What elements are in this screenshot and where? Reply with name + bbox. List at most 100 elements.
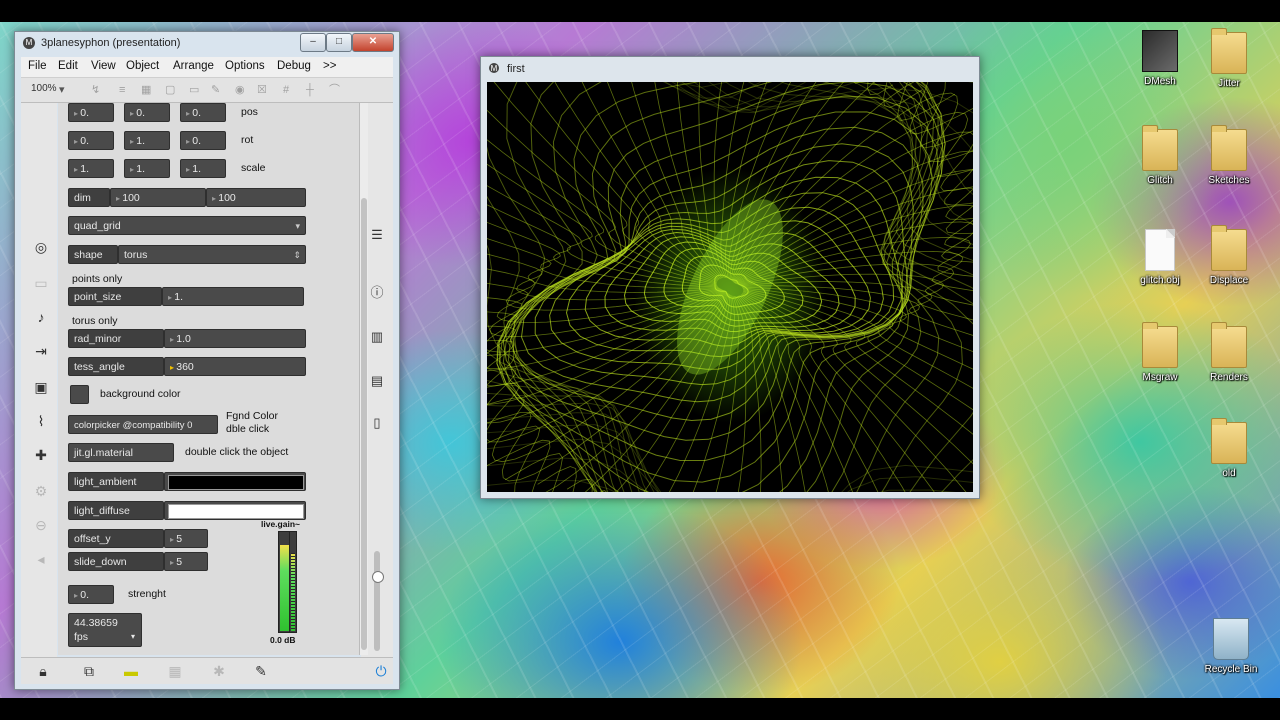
new-dial-icon[interactable]: ⌒ <box>329 84 341 96</box>
rad-minor-message[interactable]: rad_minor <box>68 329 164 348</box>
light-diffuse-swatch-box[interactable] <box>164 501 306 520</box>
tess-angle-number[interactable]: 360 <box>164 357 306 376</box>
desktop-icon-glitch[interactable]: Glitch <box>1125 125 1195 186</box>
fps-unit[interactable]: fps ▾ <box>74 630 141 644</box>
table-icon[interactable]: ▤ <box>369 373 385 389</box>
menu-file[interactable]: File <box>28 60 47 72</box>
colorpicker-object[interactable]: colorpicker @compatibility 0 <box>68 415 218 434</box>
paperclip-icon[interactable]: ⌇ <box>33 413 49 429</box>
presentation-icon[interactable]: ⧉ <box>81 663 97 679</box>
opengl-render-view[interactable] <box>487 82 973 492</box>
rot-x-number[interactable]: 0. <box>68 131 114 150</box>
comment-bubble-icon[interactable]: ▬ <box>123 663 139 679</box>
live-gain-meter-right[interactable] <box>289 531 297 633</box>
new-message-icon[interactable]: ▭ <box>189 84 201 96</box>
dim-x-number[interactable]: 100 <box>110 188 206 207</box>
wrench-icon[interactable]: ✎ <box>253 663 269 679</box>
new-slider-icon[interactable]: ┼ <box>306 84 318 96</box>
menu-arrange[interactable]: Arrange <box>173 60 214 72</box>
scale-y-number[interactable]: 1. <box>124 159 170 178</box>
slide-down-message[interactable]: slide_down <box>68 552 164 571</box>
puzzle-icon[interactable]: ✚ <box>33 447 49 463</box>
desktop-icon-jitter[interactable]: Jitter <box>1194 28 1264 89</box>
point-size-number[interactable]: 1. <box>162 287 304 306</box>
dim-message[interactable]: dim <box>68 188 110 207</box>
target-icon[interactable]: ◎ <box>33 239 49 255</box>
menu-debug[interactable]: Debug <box>277 60 311 72</box>
info-icon[interactable]: ⓘ <box>369 285 385 301</box>
power-icon[interactable]: ⏻ <box>373 663 389 679</box>
desktop-icon-glitch-obj[interactable]: glitch.obj <box>1125 229 1195 286</box>
zoom-level[interactable]: 100% <box>31 83 57 94</box>
render-window[interactable]: M first <box>480 56 980 499</box>
new-object-icon[interactable]: ▢ <box>165 84 177 96</box>
columns-icon[interactable]: ▥ <box>369 329 385 345</box>
menu-object[interactable]: Object <box>126 60 159 72</box>
menu-view[interactable]: View <box>91 60 116 72</box>
arrow-dim-icon[interactable]: ◂ <box>33 551 49 567</box>
rot-y-number[interactable]: 1. <box>124 131 170 150</box>
book-icon[interactable]: ▯ <box>369 415 385 431</box>
desktop-icon-displace[interactable]: Displace <box>1194 225 1264 286</box>
pos-x-number[interactable]: 0. <box>68 103 114 122</box>
new-button-icon[interactable]: ◉ <box>235 84 247 96</box>
menu-options[interactable]: Options <box>225 60 265 72</box>
pos-z-number[interactable]: 0. <box>180 103 226 122</box>
slide-down-number[interactable]: 5 <box>164 552 208 571</box>
dim-y-number[interactable]: 100 <box>206 188 306 207</box>
image-icon[interactable]: ▣ <box>33 379 49 395</box>
close-button[interactable]: ✕ <box>352 33 394 52</box>
maximize-button[interactable]: □ <box>326 33 352 52</box>
render-titlebar[interactable]: M first <box>481 57 979 79</box>
audio-note-icon[interactable]: ♪ <box>33 309 49 325</box>
light-ambient-swatch-box[interactable] <box>164 472 306 491</box>
offset-y-number[interactable]: 5 <box>164 529 208 548</box>
light-ambient-message[interactable]: light_ambient <box>68 472 164 491</box>
side-slider-knob[interactable] <box>372 571 384 583</box>
scrollbar-thumb[interactable] <box>361 198 367 650</box>
list-view-icon[interactable]: ☰ <box>369 227 385 243</box>
offset-y-message[interactable]: offset_y <box>68 529 164 548</box>
pos-y-number[interactable]: 0. <box>124 103 170 122</box>
lock-tool-icon[interactable]: ↯ <box>91 84 103 96</box>
new-comment-icon[interactable]: ✎ <box>211 84 223 96</box>
desktop-icon-recycle-bin[interactable]: Recycle Bin <box>1196 618 1266 675</box>
settings-dim-icon[interactable]: ⚙ <box>33 483 49 499</box>
shape-menu[interactable]: torus <box>118 245 306 264</box>
strength-number[interactable]: 0. <box>68 585 114 604</box>
grid-tool-icon[interactable]: ▦ <box>141 84 153 96</box>
desktop-icon-msgraw[interactable]: Msgraw <box>1125 322 1195 383</box>
grid-toggle-icon[interactable]: ▦ <box>167 663 183 679</box>
new-toggle-icon[interactable]: ☒ <box>257 84 269 96</box>
point-size-message[interactable]: point_size <box>68 287 162 306</box>
rad-minor-number[interactable]: 1.0 <box>164 329 306 348</box>
shape-message[interactable]: shape <box>68 245 118 264</box>
new-number-icon[interactable]: # <box>283 84 295 96</box>
menu-more[interactable]: >> <box>323 60 336 72</box>
patcher-canvas[interactable]: 0. 0. 0. pos 0. 1. 0. rot 1. 1. 1. scale… <box>58 103 360 655</box>
patcher-titlebar[interactable]: M 3planesyphon (presentation) – □ ✕ <box>15 32 399 54</box>
menu-edit[interactable]: Edit <box>58 60 78 72</box>
zoom-dropdown-icon[interactable]: ▾ <box>59 84 71 96</box>
snap-icon[interactable]: ✱ <box>211 663 227 679</box>
minimize-button[interactable]: – <box>300 33 326 52</box>
box-icon[interactable]: ▭ <box>33 275 49 291</box>
desktop-icon-renders[interactable]: Renders <box>1194 322 1264 383</box>
draw-mode-menu[interactable]: quad_grid <box>68 216 306 235</box>
align-tool-icon[interactable]: ≡ <box>119 84 131 96</box>
desktop-icon-old[interactable]: old <box>1194 418 1264 479</box>
scale-z-number[interactable]: 1. <box>180 159 226 178</box>
light-diffuse-message[interactable]: light_diffuse <box>68 501 164 520</box>
background-color-toggle[interactable] <box>70 385 89 404</box>
patcher-window[interactable]: M 3planesyphon (presentation) – □ ✕ File… <box>14 31 400 690</box>
tess-angle-message[interactable]: tess_angle <box>68 357 164 376</box>
desktop-icon-dmesh[interactable]: DMesh <box>1125 30 1195 87</box>
side-slider-track[interactable] <box>374 551 380 651</box>
desktop-icon-sketches[interactable]: Sketches <box>1194 125 1264 186</box>
fps-display[interactable]: 44.38659 fps ▾ <box>68 613 142 647</box>
jit-gl-material-object[interactable]: jit.gl.material <box>68 443 174 462</box>
lock-icon[interactable]: 🔒︎ <box>35 663 51 679</box>
canvas-scrollbar[interactable] <box>360 103 368 655</box>
rot-z-number[interactable]: 0. <box>180 131 226 150</box>
plug-dim-icon[interactable]: ⊖ <box>33 517 49 533</box>
